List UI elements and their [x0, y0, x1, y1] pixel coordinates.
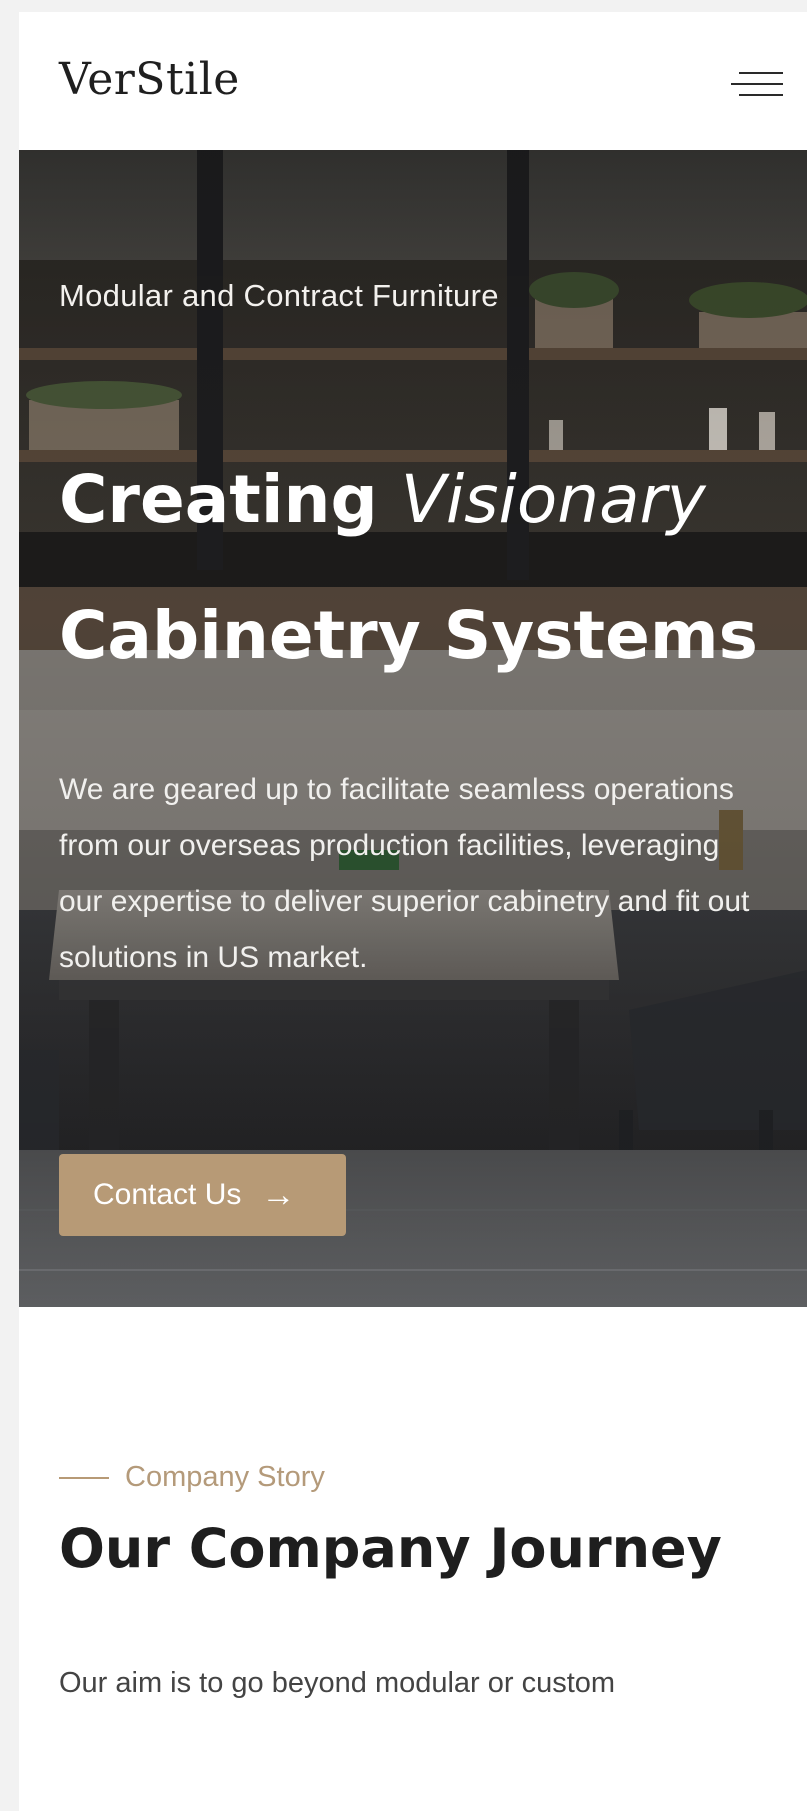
company-story-section: Company Story Our Company Journey Our ai…: [19, 1307, 807, 1811]
hamburger-menu-button[interactable]: [731, 72, 783, 104]
hero-overlay: [19, 150, 807, 1307]
section-title: Our Company Journey: [59, 1517, 722, 1580]
section-text: Our aim is to go beyond modular or custo…: [59, 1667, 616, 1699]
headline-line2: Cabinetry Systems: [59, 597, 758, 674]
browser-background: VerStile Modular and Contract Furniture …: [0, 0, 807, 1811]
tag-dash: [59, 1476, 109, 1479]
headline-light: Visionary: [400, 461, 706, 538]
hero-section: Modular and Contract Furniture Creating …: [19, 150, 807, 1307]
site-header: VerStile: [19, 12, 807, 150]
section-tag: Company Story: [59, 1461, 325, 1494]
site-logo[interactable]: VerStile: [59, 54, 240, 105]
hero-headline: Creating Visionary Cabinetry Systems: [59, 432, 799, 704]
headline-strong: Creating: [59, 461, 378, 538]
page: VerStile Modular and Contract Furniture …: [19, 12, 807, 1811]
contact-us-label: Contact Us: [93, 1178, 242, 1211]
section-tag-label: Company Story: [125, 1461, 325, 1493]
hero-eyebrow: Modular and Contract Furniture: [59, 278, 499, 313]
hero-description: We are geared up to facilitate seamless …: [59, 773, 750, 974]
arrow-right-icon: →: [261, 1175, 296, 1214]
contact-us-button[interactable]: Contact Us →: [59, 1154, 346, 1236]
